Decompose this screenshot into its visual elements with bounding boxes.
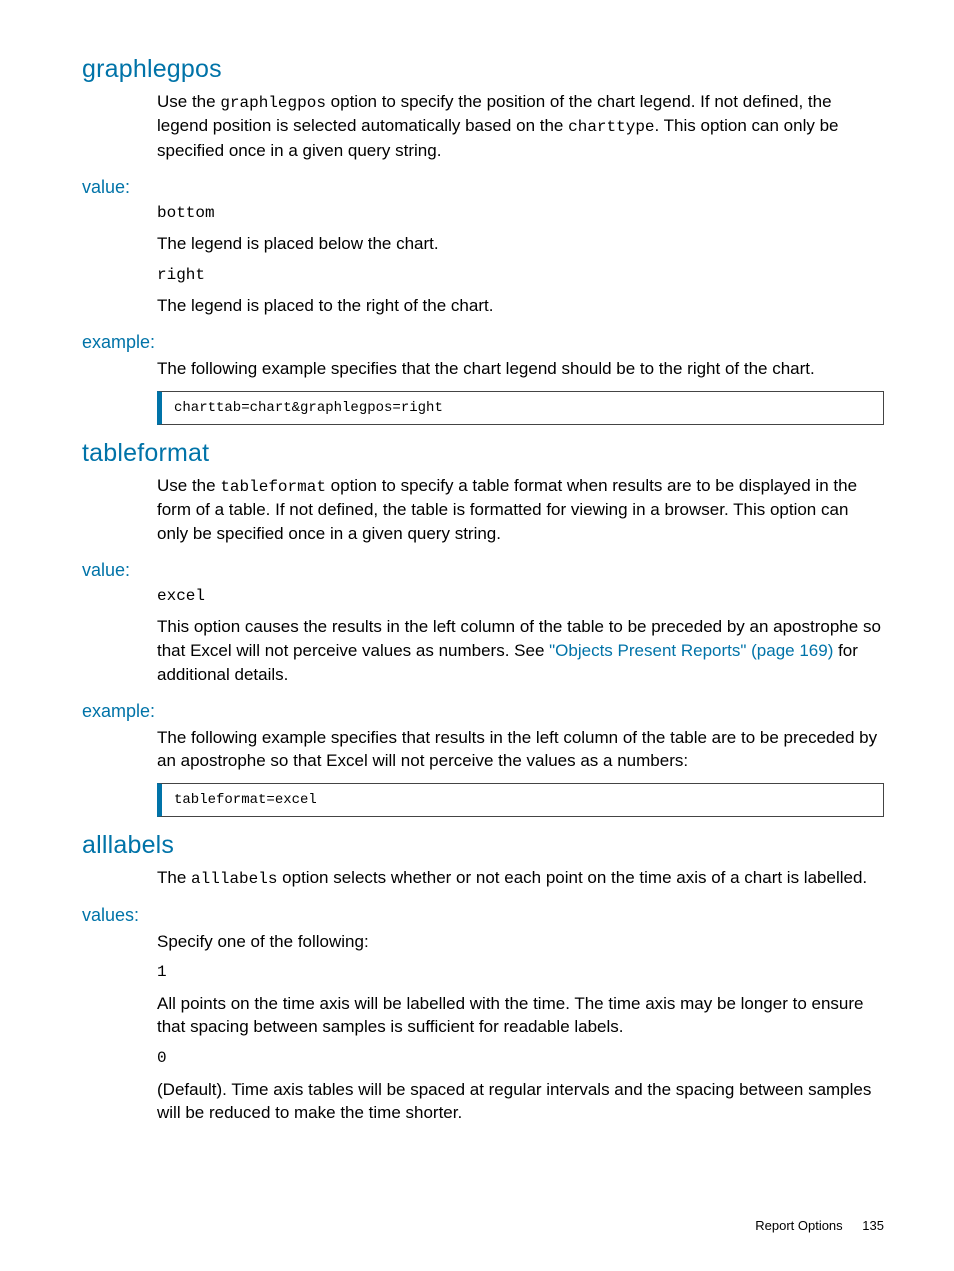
- value-desc: All points on the time axis will be labe…: [157, 992, 884, 1040]
- example-label: example:: [82, 332, 884, 353]
- section-heading: alllabels: [82, 831, 884, 860]
- example-text: The following example specifies that the…: [157, 357, 884, 381]
- intro-text: option selects whether or not each point…: [277, 868, 867, 887]
- value-block: excel This option causes the results in …: [157, 585, 884, 687]
- section-heading: graphlegpos: [82, 55, 884, 84]
- section-heading: tableformat: [82, 439, 884, 468]
- value-code: excel: [157, 585, 884, 607]
- value-label: value:: [82, 177, 884, 198]
- inline-code: alllabels: [191, 870, 277, 888]
- value-code: bottom: [157, 202, 884, 224]
- example-intro: The following example specifies that the…: [157, 357, 884, 381]
- inline-code: tableformat: [220, 478, 326, 496]
- code-block: tableformat=excel: [157, 783, 884, 817]
- value-label: value:: [82, 560, 884, 581]
- example-intro: The following example specifies that res…: [157, 726, 884, 774]
- value-code: right: [157, 264, 884, 286]
- intro-text: Use the: [157, 476, 220, 495]
- example-text: The following example specifies that res…: [157, 726, 884, 774]
- intro-text: Use the: [157, 92, 220, 111]
- section-alllabels: alllabels The alllabels option selects w…: [82, 831, 884, 1125]
- value-desc: The legend is placed below the chart.: [157, 232, 884, 256]
- value-block: bottom The legend is placed below the ch…: [157, 202, 884, 318]
- document-page: graphlegpos Use the graphlegpos option t…: [0, 0, 954, 1271]
- section-intro: Use the graphlegpos option to specify th…: [157, 90, 884, 163]
- section-intro: Use the tableformat option to specify a …: [157, 474, 884, 546]
- section-intro: The alllabels option selects whether or …: [157, 866, 884, 890]
- section-graphlegpos: graphlegpos Use the graphlegpos option t…: [82, 55, 884, 425]
- inline-code: charttype: [568, 118, 654, 136]
- cross-reference-link[interactable]: "Objects Present Reports" (page 169): [549, 641, 833, 660]
- page-number: 135: [862, 1218, 884, 1233]
- example-label: example:: [82, 701, 884, 722]
- inline-code: graphlegpos: [220, 94, 326, 112]
- values-label: values:: [82, 905, 884, 926]
- code-block: charttab=chart&graphlegpos=right: [157, 391, 884, 425]
- section-tableformat: tableformat Use the tableformat option t…: [82, 439, 884, 817]
- value-desc: This option causes the results in the le…: [157, 615, 884, 686]
- value-desc: (Default). Time axis tables will be spac…: [157, 1078, 884, 1126]
- value-code: 1: [157, 961, 884, 983]
- value-code: 0: [157, 1047, 884, 1069]
- page-footer: Report Options 135: [755, 1218, 884, 1233]
- value-block: Specify one of the following: 1 All poin…: [157, 930, 884, 1126]
- footer-label: Report Options: [755, 1218, 842, 1233]
- values-intro: Specify one of the following:: [157, 930, 884, 954]
- intro-text: The: [157, 868, 191, 887]
- value-desc: The legend is placed to the right of the…: [157, 294, 884, 318]
